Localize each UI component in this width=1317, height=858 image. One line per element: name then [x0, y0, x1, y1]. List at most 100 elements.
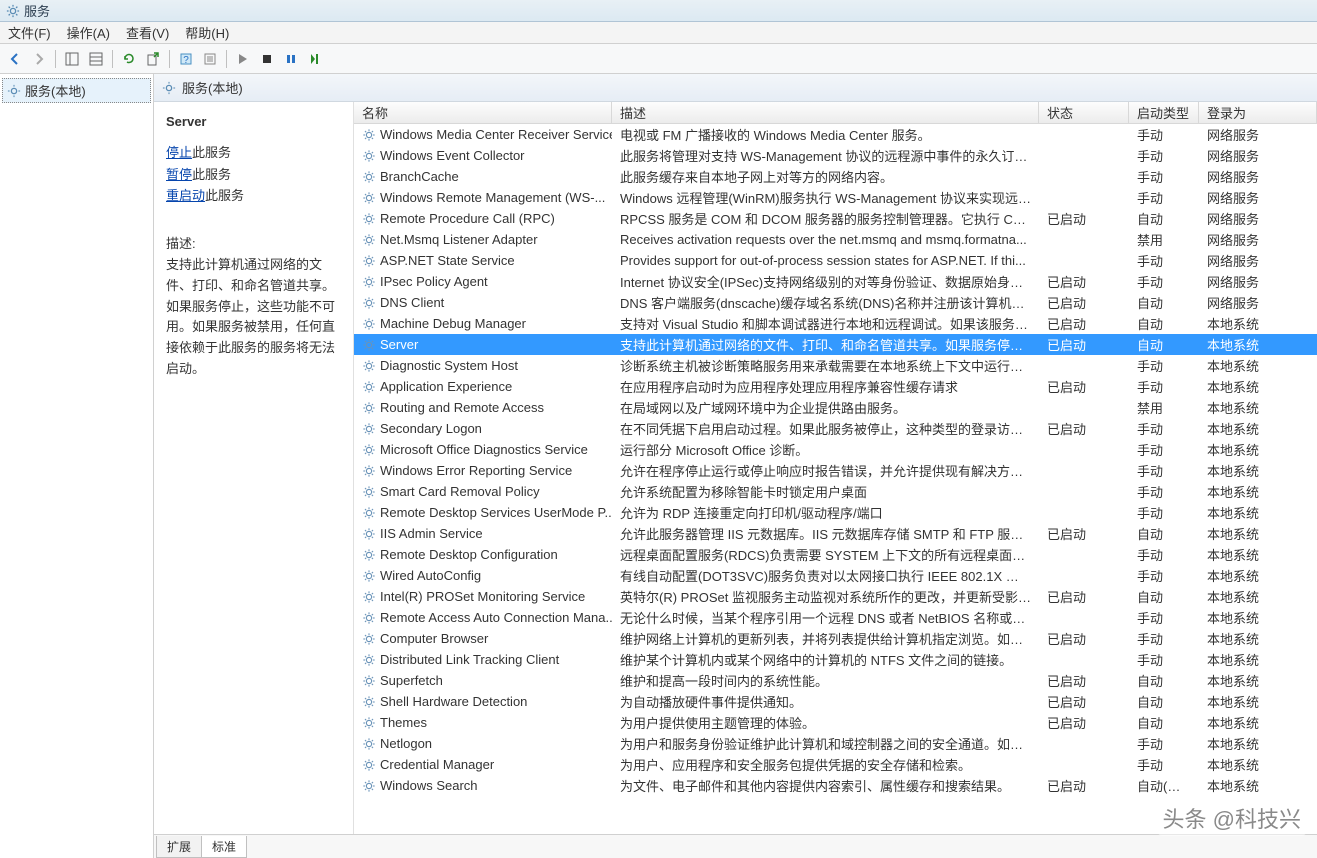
service-logon: 网络服务 — [1199, 188, 1317, 207]
table-row[interactable]: Remote Desktop Services UserMode P...允许为… — [354, 502, 1317, 523]
view-list-button[interactable] — [85, 48, 107, 70]
col-desc[interactable]: 描述 — [612, 102, 1039, 123]
stop-service-button[interactable] — [256, 48, 278, 70]
gear-icon — [362, 653, 376, 667]
gear-icon — [362, 296, 376, 310]
service-start: 手动 — [1129, 146, 1199, 165]
forward-button[interactable] — [28, 48, 50, 70]
table-row[interactable]: IPsec Policy AgentInternet 协议安全(IPSec)支持… — [354, 271, 1317, 292]
menu-view[interactable]: 查看(V) — [126, 23, 169, 42]
col-name[interactable]: 名称 — [354, 102, 612, 123]
service-name: Superfetch — [380, 673, 443, 688]
gear-icon — [362, 485, 376, 499]
gear-icon — [362, 128, 376, 142]
export-button[interactable] — [142, 48, 164, 70]
service-logon: 本地系统 — [1199, 335, 1317, 354]
service-logon: 本地系统 — [1199, 776, 1317, 795]
table-row[interactable]: Application Experience在应用程序启动时为应用程序处理应用程… — [354, 376, 1317, 397]
table-row[interactable]: Superfetch维护和提高一段时间内的系统性能。已启动自动本地系统 — [354, 670, 1317, 691]
desc-label: 描述: — [166, 234, 341, 255]
table-row[interactable]: Microsoft Office Diagnostics Service运行部分… — [354, 439, 1317, 460]
pause-service-button[interactable] — [280, 48, 302, 70]
table-row[interactable]: Computer Browser维护网络上计算机的更新列表，并将列表提供给计算机… — [354, 628, 1317, 649]
table-row[interactable]: Server支持此计算机通过网络的文件、打印、和命名管道共享。如果服务停止，这.… — [354, 334, 1317, 355]
table-row[interactable]: Remote Desktop Configuration远程桌面配置服务(RDC… — [354, 544, 1317, 565]
service-status: 已启动 — [1039, 293, 1129, 312]
service-desc: 无论什么时候，当某个程序引用一个远程 DNS 或者 NetBIOS 名称或者地址… — [612, 608, 1039, 627]
table-row[interactable]: Windows Media Center Receiver Service电视或… — [354, 124, 1317, 145]
service-desc: 允许系统配置为移除智能卡时锁定用户桌面 — [612, 482, 1039, 501]
gear-icon — [362, 275, 376, 289]
refresh-button[interactable] — [118, 48, 140, 70]
tree-root-services[interactable]: 服务(本地) — [2, 78, 151, 103]
table-row[interactable]: Intel(R) PROSet Monitoring Service英特尔(R)… — [354, 586, 1317, 607]
table-row[interactable]: Windows Search为文件、电子邮件和其他内容提供内容索引、属性缓存和搜… — [354, 775, 1317, 796]
selected-service-title: Server — [166, 112, 341, 133]
table-row[interactable]: Windows Remote Management (WS-...Windows… — [354, 187, 1317, 208]
col-status[interactable]: 状态 — [1039, 102, 1129, 123]
table-row[interactable]: Smart Card Removal Policy 允许系统配置为移除智能卡时锁定… — [354, 481, 1317, 502]
service-start: 自动 — [1129, 692, 1199, 711]
service-logon: 本地系统 — [1199, 398, 1317, 417]
menu-help[interactable]: 帮助(H) — [185, 23, 229, 42]
view-detail-button[interactable] — [61, 48, 83, 70]
service-logon: 网络服务 — [1199, 272, 1317, 291]
service-start: 自动 — [1129, 587, 1199, 606]
table-row[interactable]: IIS Admin Service允许此服务器管理 IIS 元数据库。IIS 元… — [354, 523, 1317, 544]
desc-text: 支持此计算机通过网络的文件、打印、和命名管道共享。如果服务停止，这些功能不可用。… — [166, 255, 341, 380]
col-start[interactable]: 启动类型 — [1129, 102, 1199, 123]
table-row[interactable]: Windows Event Collector此服务将管理对支持 WS-Mana… — [354, 145, 1317, 166]
restart-service-button[interactable] — [304, 48, 326, 70]
col-logon[interactable]: 登录为 — [1199, 102, 1317, 123]
service-desc: 诊断系统主机被诊断策略服务用来承载需要在本地系统上下文中运行的诊断... — [612, 356, 1039, 375]
service-name: Themes — [380, 715, 427, 730]
back-button[interactable] — [4, 48, 26, 70]
gear-icon — [362, 590, 376, 604]
table-row[interactable]: Windows Error Reporting Service允许在程序停止运行… — [354, 460, 1317, 481]
service-start: 自动 — [1129, 524, 1199, 543]
gear-icon — [362, 527, 376, 541]
table-row[interactable]: Routing and Remote Access在局域网以及广域网环境中为企业… — [354, 397, 1317, 418]
table-row[interactable]: Distributed Link Tracking Client维护某个计算机内… — [354, 649, 1317, 670]
table-row[interactable]: Diagnostic System Host诊断系统主机被诊断策略服务用来承载需… — [354, 355, 1317, 376]
service-logon: 本地系统 — [1199, 419, 1317, 438]
service-status: 已启动 — [1039, 629, 1129, 648]
tree-pane: 服务(本地) — [0, 74, 154, 858]
service-logon: 本地系统 — [1199, 734, 1317, 753]
table-row[interactable]: Net.Msmq Listener AdapterReceives activa… — [354, 229, 1317, 250]
tree-root-label: 服务(本地) — [25, 81, 86, 100]
service-start: 手动 — [1129, 755, 1199, 774]
service-start: 手动 — [1129, 188, 1199, 207]
table-row[interactable]: Themes为用户提供使用主题管理的体验。已启动自动本地系统 — [354, 712, 1317, 733]
gear-icon — [362, 443, 376, 457]
service-status: 已启动 — [1039, 335, 1129, 354]
pause-link[interactable]: 暂停 — [166, 167, 192, 182]
table-row[interactable]: Secondary Logon在不同凭据下启用启动过程。如果此服务被停止，这种类… — [354, 418, 1317, 439]
table-row[interactable]: DNS ClientDNS 客户端服务(dnscache)缓存域名系统(DNS)… — [354, 292, 1317, 313]
table-row[interactable]: ASP.NET State ServiceProvides support fo… — [354, 250, 1317, 271]
gear-icon — [6, 4, 20, 18]
start-service-button[interactable] — [232, 48, 254, 70]
menu-action[interactable]: 操作(A) — [67, 23, 110, 42]
service-logon: 本地系统 — [1199, 482, 1317, 501]
stop-link[interactable]: 停止 — [166, 145, 192, 160]
table-row[interactable]: Machine Debug Manager支持对 Visual Studio 和… — [354, 313, 1317, 334]
table-row[interactable]: Wired AutoConfig有线自动配置(DOT3SVC)服务负责对以太网接… — [354, 565, 1317, 586]
service-name: Credential Manager — [380, 757, 494, 772]
service-start: 手动 — [1129, 356, 1199, 375]
menu-file[interactable]: 文件(F) — [8, 23, 51, 42]
tab-extended[interactable]: 扩展 — [156, 836, 202, 858]
restart-link[interactable]: 重启动 — [166, 188, 205, 203]
tab-standard[interactable]: 标准 — [201, 836, 247, 858]
table-row[interactable]: BranchCache此服务缓存来自本地子网上对等方的网络内容。手动网络服务 — [354, 166, 1317, 187]
table-row[interactable]: Remote Access Auto Connection Mana...无论什… — [354, 607, 1317, 628]
table-row[interactable]: Credential Manager为用户、应用程序和安全服务包提供凭据的安全存… — [354, 754, 1317, 775]
properties-button[interactable] — [199, 48, 221, 70]
service-start: 手动 — [1129, 419, 1199, 438]
table-row[interactable]: Netlogon为用户和服务身份验证维护此计算机和域控制器之间的安全通道。如果此… — [354, 733, 1317, 754]
table-row[interactable]: Remote Procedure Call (RPC)RPCSS 服务是 COM… — [354, 208, 1317, 229]
help-button[interactable]: ? — [175, 48, 197, 70]
service-name: Smart Card Removal Policy — [380, 484, 540, 499]
gear-icon — [362, 317, 376, 331]
table-row[interactable]: Shell Hardware Detection为自动播放硬件事件提供通知。已启… — [354, 691, 1317, 712]
